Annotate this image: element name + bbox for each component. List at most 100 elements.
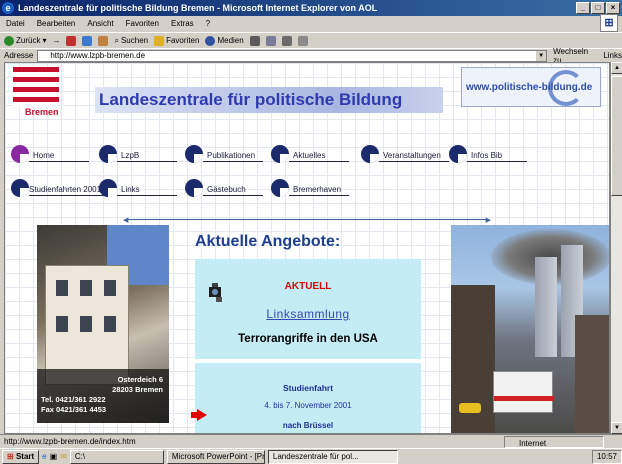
title-bar: e Landeszentrale für politische Bildung … [0, 0, 622, 16]
back-button[interactable]: Zurück ▾ [4, 35, 47, 46]
ie-quicklaunch-icon[interactable]: e [42, 452, 46, 461]
start-label: Start [15, 451, 35, 461]
menu-bearbeiten[interactable]: Bearbeiten [37, 16, 76, 32]
task-explorer[interactable]: C:\ [69, 449, 164, 464]
refresh-icon[interactable] [82, 35, 93, 46]
menu-extras[interactable]: Extras [171, 16, 194, 32]
media-label: Medien [217, 36, 244, 45]
url-text: http://www.lzpb-bremen.de [50, 50, 146, 60]
address-label: Adresse [4, 51, 34, 60]
zone-label: Internet [519, 439, 547, 448]
nav-gaestebuch[interactable]: Gästebuch [185, 179, 263, 197]
status-zone: Internet [504, 436, 604, 448]
nav-studienfahrten[interactable]: Studienfahrten 2001 [11, 179, 110, 197]
taskbar: ⊞ Start e ▣ ✉ C:\ Microsoft PowerPoint -… [0, 448, 622, 464]
start-button[interactable]: ⊞ Start [2, 449, 40, 464]
nav-quadrant-icon [271, 179, 289, 197]
back-arrow-icon [4, 35, 14, 46]
wtc-photo [451, 225, 609, 433]
forward-arrow-icon[interactable]: → [52, 36, 60, 45]
nav-bremerhaven[interactable]: Bremerhaven [271, 179, 350, 197]
clock: 10:57 [596, 451, 617, 461]
favorites-button[interactable]: Favoriten [154, 35, 199, 46]
address-fax: Fax 0421/361 4453 [41, 405, 107, 414]
nav-label: Home [29, 150, 89, 162]
politische-bildung-logo[interactable]: www.politische-bildung.de [461, 67, 601, 107]
nav-aktuelles[interactable]: Aktuelles [271, 145, 349, 163]
arrow-left-icon: ◀ [123, 217, 129, 224]
logo-text: Bremen [25, 107, 59, 117]
mail-icon[interactable] [265, 35, 276, 46]
edit-icon[interactable] [297, 35, 308, 46]
red-arrow-head [197, 409, 207, 421]
pb-logo-text: www.politische-bildung.de [466, 82, 593, 93]
menu-help[interactable]: ? [206, 16, 210, 32]
print-icon[interactable] [281, 35, 292, 46]
scroll-up-icon[interactable]: ▲ [611, 62, 622, 74]
scroll-thumb[interactable] [611, 76, 622, 196]
nav-quadrant-icon [99, 179, 117, 197]
back-label: Zurück [16, 36, 41, 45]
chevron-down-icon: ▾ [42, 36, 47, 45]
nav-label: Publikationen [203, 150, 264, 162]
stop-icon[interactable] [66, 35, 77, 46]
page-viewport: Bremen Landeszentrale für politische Bil… [4, 62, 610, 434]
star-icon [154, 35, 165, 46]
bremen-logo [13, 67, 59, 107]
system-tray: 10:57 [591, 449, 622, 464]
nav-home[interactable]: Home [11, 145, 89, 163]
minimize-button[interactable]: _ [576, 2, 590, 14]
divider-line: ◀ ▶ [123, 217, 491, 224]
close-button[interactable]: × [606, 2, 620, 14]
nav-quadrant-icon [185, 145, 203, 163]
outlook-icon[interactable]: ✉ [60, 452, 67, 461]
window-title: Landeszentrale für politische Bildung Br… [18, 3, 378, 13]
studienfahrt-title[interactable]: Studienfahrt [195, 383, 421, 393]
desktop-icon[interactable]: ▣ [50, 452, 58, 461]
media-icon [205, 35, 216, 46]
address-bar: Adresse http://www.lzpb-bremen.de ▼ Wech… [0, 47, 622, 65]
separator [195, 359, 421, 363]
taxi [459, 403, 481, 413]
menu-favoriten[interactable]: Favoriten [126, 16, 159, 32]
nav-quadrant-icon [11, 145, 29, 163]
task-powerpoint[interactable]: Microsoft PowerPoint - [Pr... [166, 449, 265, 464]
terror-link[interactable]: Terrorangriffe in den USA [195, 333, 421, 345]
nav-publikationen[interactable]: Publikationen [185, 145, 264, 163]
banner: Landeszentrale für politische Bildung [95, 87, 443, 113]
nav-veranstaltungen[interactable]: Veranstaltungen [361, 145, 449, 163]
menu-datei[interactable]: Datei [6, 16, 25, 32]
media-button[interactable]: Medien [205, 35, 244, 46]
status-url: http://www.lzpb-bremen.de/index.htm [4, 437, 136, 446]
home-icon[interactable] [98, 35, 109, 46]
history-icon[interactable] [249, 35, 260, 46]
page-heading: Aktuelle Angebote: [195, 233, 341, 250]
nav-label: Infos Bib [467, 150, 527, 162]
nav-lzpb[interactable]: LzpB [99, 145, 177, 163]
vertical-scrollbar[interactable]: ▲ ▼ [610, 62, 622, 434]
arrow-right-icon: ▶ [485, 217, 491, 224]
search-button[interactable]: ⌕ Suchen [114, 36, 148, 46]
nav-quadrant-icon [185, 179, 203, 197]
nav-label: Aktuelles [289, 150, 349, 162]
nav-links[interactable]: Links [99, 179, 177, 197]
task-ie[interactable]: Landeszentrale für pol... [267, 449, 398, 464]
address-input[interactable]: http://www.lzpb-bremen.de ▼ [37, 49, 548, 62]
scroll-down-icon[interactable]: ▼ [611, 422, 622, 434]
nav-label: Veranstaltungen [379, 150, 449, 162]
chevron-down-icon[interactable]: ▼ [536, 50, 547, 61]
address-overlay: Osterdeich 6 28203 Bremen Tel. 0421/361 … [37, 369, 169, 423]
ambulance [493, 371, 554, 413]
nav-quadrant-icon [271, 145, 289, 163]
maximize-button[interactable]: □ [591, 2, 605, 14]
linksammlung-link[interactable]: Linksammlung [195, 307, 421, 321]
toolbar: Zurück ▾ → ⌕ Suchen Favoriten Medien [0, 32, 622, 48]
nav-infos-bib[interactable]: Infos Bib [449, 145, 527, 163]
nav-quadrant-icon [449, 145, 467, 163]
nav-label: Gästebuch [203, 184, 263, 196]
links-button[interactable]: Links [603, 51, 622, 60]
menu-ansicht[interactable]: Ansicht [87, 16, 113, 32]
browser-window: e Landeszentrale für politische Bildung … [0, 0, 622, 464]
studienfahrt-destination[interactable]: nach Brüssel [195, 421, 421, 430]
building-photo: Osterdeich 6 28203 Bremen Tel. 0421/361 … [37, 225, 169, 423]
